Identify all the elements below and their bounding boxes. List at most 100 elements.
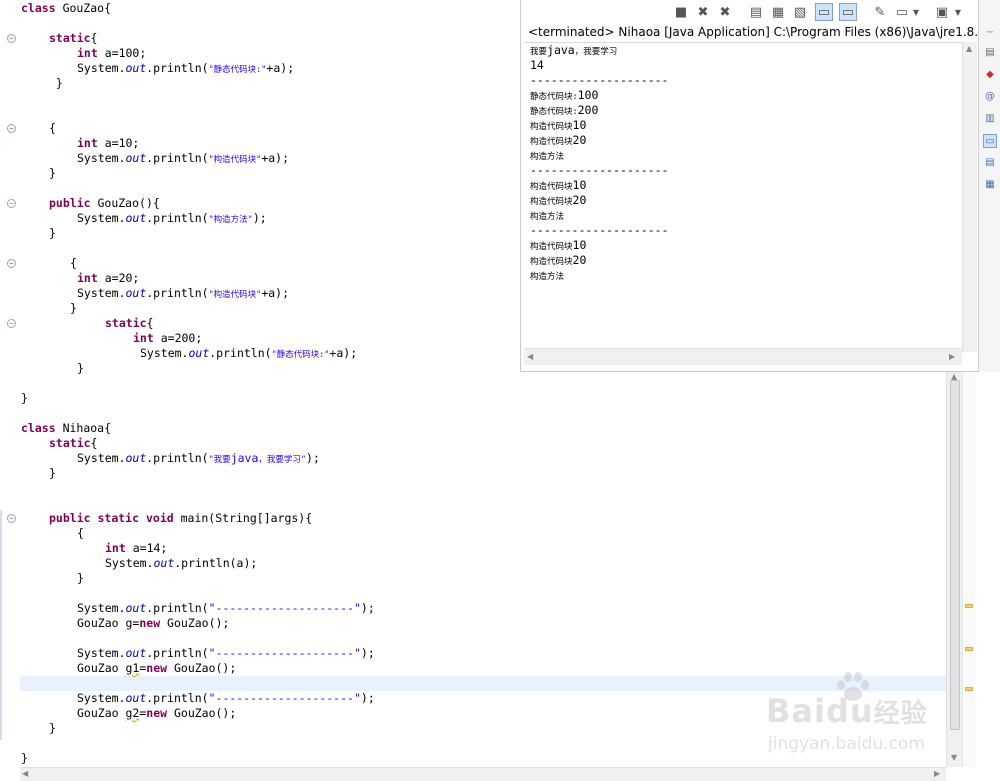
minimize-icon[interactable]: −	[983, 26, 997, 40]
code-line: System.out.println("构造方法");	[77, 211, 267, 225]
console-line: 构造代码块10	[530, 118, 587, 132]
scroll-down-icon[interactable]: ▼	[951, 753, 957, 762]
code-line: }	[70, 301, 77, 315]
console-toolbar: ■ ✖ ✖ ▤ ▦ ▧ ▭ ▭ ✎ ▭ ▼ ▣ ▼	[521, 0, 977, 24]
code-line: {	[70, 256, 77, 270]
console-line: 构造代码块10	[530, 238, 587, 252]
declaration-icon[interactable]: ▥	[983, 112, 997, 126]
code-line: int a=14;	[105, 541, 168, 555]
editor-horizontal-scrollbar[interactable]: ◀ ▶	[20, 767, 946, 781]
console-line: --------------------	[530, 163, 669, 177]
console-view[interactable]: ■ ✖ ✖ ▤ ▦ ▧ ▭ ▭ ✎ ▭ ▼ ▣ ▼ <terminated> N…	[520, 0, 978, 372]
word-wrap-icon[interactable]: ▧	[791, 3, 809, 21]
code-line: }	[77, 571, 84, 585]
code-line: {	[77, 526, 84, 540]
fold-icon[interactable]: −	[7, 319, 16, 328]
overview-ruler[interactable]	[962, 370, 975, 767]
code-line: GouZao g=new GouZao();	[77, 616, 230, 630]
code-line: System.out.println("静态代码块:"+a);	[140, 346, 358, 360]
code-line: System.out.println("静态代码块:"+a);	[77, 61, 295, 75]
editor-gutter	[0, 0, 18, 767]
code-line: System.out.println("--------------------…	[77, 646, 375, 660]
code-line: public static void main(String[]args){	[49, 511, 313, 525]
warning-marker[interactable]	[965, 647, 973, 651]
warning-marker[interactable]	[965, 687, 973, 691]
code-line: }	[21, 391, 28, 405]
code-line: int a=100;	[77, 46, 147, 60]
console-line: 构造代码块20	[530, 253, 587, 267]
code-line: System.out.println("构造代码块"+a);	[77, 151, 290, 165]
view-icon[interactable]: ▤	[983, 46, 997, 60]
code-line: int a=200;	[133, 331, 203, 345]
code-line: }	[49, 466, 56, 480]
editor-scroll-thumb[interactable]	[950, 380, 960, 730]
selection-range-marker	[0, 510, 2, 740]
console-icon[interactable]: ▭	[983, 134, 997, 148]
code-line: System.out.println("--------------------…	[77, 691, 375, 705]
side-trim-bar: − ▤ ◆ @ ▥ ▭ ▤ ▦	[978, 0, 1000, 372]
console-vertical-scrollbar[interactable]: ▲	[962, 42, 977, 352]
code-line: int a=20;	[77, 271, 140, 285]
stop-icon[interactable]: ■	[672, 3, 690, 21]
code-line: }	[77, 361, 84, 375]
fold-icon[interactable]: −	[7, 199, 16, 208]
code-line: System.out.println("构造代码块"+a);	[77, 286, 290, 300]
chevron-down-icon[interactable]: ▼	[911, 3, 921, 21]
code-line: class GouZao{	[21, 1, 112, 15]
scroll-right-icon[interactable]: ▶	[949, 352, 955, 361]
show-on-stdout-icon[interactable]: ▭	[815, 3, 833, 21]
pin-console-icon[interactable]: ✎	[871, 3, 889, 21]
console-line: 构造方法	[530, 272, 565, 282]
scroll-lock-icon[interactable]: ▦	[769, 3, 787, 21]
console-line: 构造代码块20	[530, 193, 587, 207]
fold-icon[interactable]: −	[7, 259, 16, 268]
hierarchy-icon[interactable]: ▦	[983, 178, 997, 192]
fold-icon[interactable]: −	[7, 124, 16, 133]
display-console-icon[interactable]: ▭	[893, 3, 911, 21]
console-horizontal-scrollbar[interactable]: ◀ ▶	[524, 348, 962, 365]
console-line: 构造代码块20	[530, 133, 587, 147]
scroll-right-icon[interactable]: ▶	[934, 769, 940, 778]
console-line: --------------------	[530, 73, 669, 87]
code-line: System.out.println(a);	[105, 556, 258, 570]
console-line: --------------------	[530, 223, 669, 237]
fold-icon[interactable]: −	[7, 514, 16, 523]
console-line: 14	[530, 58, 544, 72]
code-line: int a=10;	[77, 136, 140, 150]
scroll-up-icon[interactable]: ▲	[966, 44, 972, 53]
console-line: 我要java，我要学习	[530, 43, 618, 57]
code-line: }	[21, 751, 28, 765]
warning-marker[interactable]	[965, 604, 973, 608]
console-output[interactable]: 我要java，我要学习 14 -------------------- 静态代码…	[524, 42, 964, 348]
fold-icon[interactable]: −	[7, 34, 16, 43]
code-line: }	[49, 226, 56, 240]
console-line: 构造方法	[530, 152, 565, 162]
scroll-left-icon[interactable]: ◀	[22, 769, 28, 778]
outline-icon[interactable]: ▤	[983, 156, 997, 170]
code-line: System.out.println("--------------------…	[77, 601, 375, 615]
code-line: static{	[105, 316, 154, 330]
code-line: public GouZao(){	[49, 196, 160, 210]
javadoc-icon[interactable]: @	[983, 90, 997, 104]
console-line: 构造代码块10	[530, 178, 587, 192]
code-line: class Nihaoa{	[21, 421, 112, 435]
open-console-icon[interactable]: ▣	[933, 3, 951, 21]
console-line: 构造方法	[530, 212, 565, 222]
console-line: 静态代码块:200	[530, 103, 599, 117]
code-line: static{	[49, 436, 98, 450]
code-line: }	[49, 721, 56, 735]
code-line: GouZao g2=new GouZao();	[77, 706, 237, 720]
current-line-highlight	[20, 676, 946, 691]
chevron-down-icon[interactable]: ▼	[953, 3, 963, 21]
remove-launch-icon[interactable]: ✖	[694, 3, 712, 21]
code-line: static{	[49, 31, 98, 45]
problems-icon[interactable]: ◆	[983, 68, 997, 82]
console-title: <terminated> Nihaoa [Java Application] C…	[528, 25, 978, 39]
clear-console-icon[interactable]: ▤	[747, 3, 765, 21]
code-line: }	[49, 166, 56, 180]
remove-all-icon[interactable]: ✖	[716, 3, 734, 21]
code-line: GouZao g1=new GouZao();	[77, 661, 237, 675]
scroll-left-icon[interactable]: ◀	[527, 352, 533, 361]
code-line: {	[49, 121, 56, 135]
show-on-stderr-icon[interactable]: ▭	[839, 3, 857, 21]
